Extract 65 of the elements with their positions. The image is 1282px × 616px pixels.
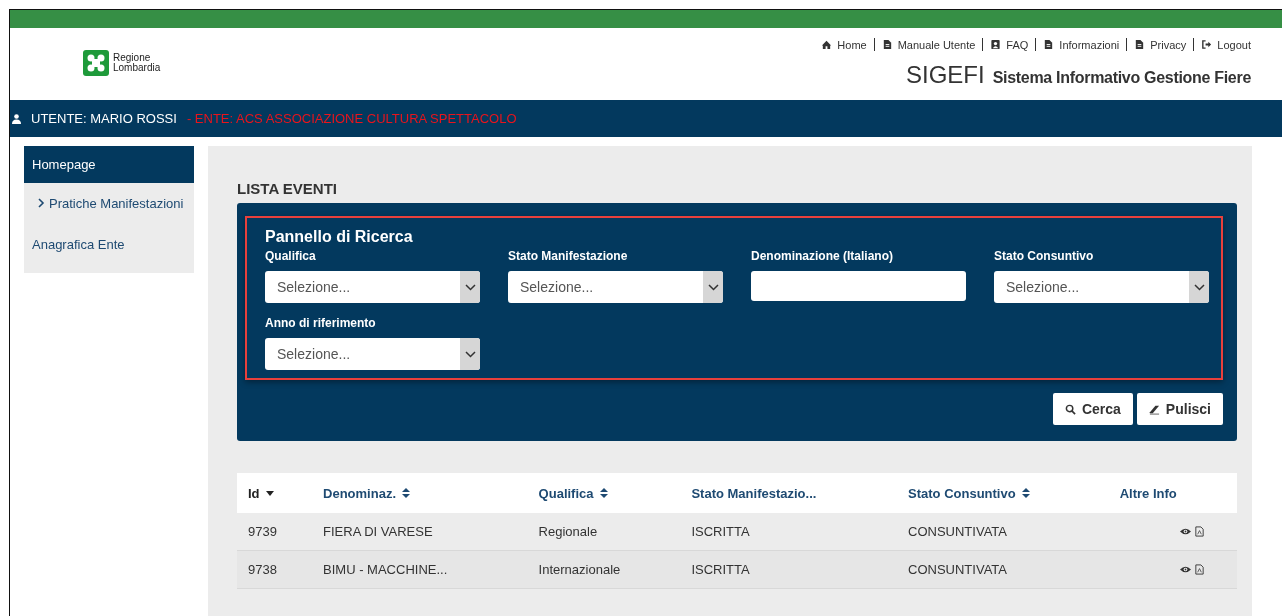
- home-icon: [821, 39, 833, 50]
- table-cell: BIMU - MACCHINE...: [323, 562, 448, 577]
- table-cell: Internazionale: [538, 562, 621, 577]
- chevron-down-icon: [707, 283, 719, 291]
- table-cell: ISCRITTA: [691, 524, 750, 539]
- chevron-down-icon: [464, 350, 476, 358]
- text-field[interactable]: [751, 271, 966, 301]
- column-header[interactable]: Altre Info: [1119, 485, 1177, 501]
- field-label: Stato Consuntivo: [994, 249, 1095, 263]
- eye-icon[interactable]: [1180, 526, 1192, 537]
- logo-text: Regione Lombardia: [113, 53, 161, 73]
- table-cell: FIERA DI VARESE: [323, 524, 433, 539]
- pdf-icon[interactable]: [1194, 564, 1206, 575]
- panel-title: Pannello di Ricerca: [265, 228, 414, 246]
- eye-icon[interactable]: [1180, 564, 1192, 575]
- table-cell: Regionale: [538, 524, 598, 539]
- field-label: Denominazione (Italiano): [751, 249, 894, 263]
- sort-icon: [599, 488, 608, 498]
- chevron-right-icon: [36, 198, 46, 208]
- app-subtitle: Sistema Informativo Gestione Fiere: [992, 69, 1251, 87]
- document-icon: [1134, 39, 1146, 50]
- sidebar-item[interactable]: Anagrafica Ente: [24, 224, 194, 265]
- document-icon: [1043, 39, 1055, 50]
- field-label: Stato Manifestazione: [508, 249, 629, 263]
- chevron-down-icon: [464, 283, 476, 291]
- search-button[interactable]: Cerca: [1052, 393, 1133, 425]
- table-cell: ISCRITTA: [691, 562, 750, 577]
- sidebar-item[interactable]: Homepage: [24, 146, 194, 183]
- field-label: Qualifica: [265, 249, 317, 263]
- sort-down-icon: [265, 488, 274, 498]
- header-link[interactable]: FAQ: [990, 38, 1029, 51]
- user-name: UTENTE: MARIO ROSSI: [31, 111, 177, 126]
- sort-icon: [402, 488, 410, 498]
- contact-card-icon: [990, 39, 1002, 50]
- logo-icon: [83, 50, 109, 76]
- table-cell: CONSUNTIVATA: [908, 524, 1007, 539]
- table-cell: CONSUNTIVATA: [908, 562, 1007, 577]
- field-label: Anno di riferimento: [265, 316, 377, 330]
- page-title: LISTA EVENTI: [237, 180, 338, 197]
- user-icon: [12, 113, 21, 124]
- sort-icon: [1021, 488, 1030, 498]
- header-link[interactable]: Logout: [1201, 38, 1251, 51]
- clear-button[interactable]: Pulisci: [1136, 393, 1223, 425]
- header-link[interactable]: Informazioni: [1043, 38, 1120, 51]
- app-name: SIGEFI: [906, 61, 985, 89]
- select-field[interactable]: Selezione...: [508, 271, 723, 303]
- pdf-icon[interactable]: [1194, 526, 1206, 537]
- logout-icon: [1201, 39, 1213, 50]
- select-field[interactable]: Selezione...: [265, 338, 480, 370]
- column-header[interactable]: Denominaz.: [323, 485, 410, 501]
- document-icon: [881, 39, 893, 50]
- entity-name: - ENTE: ACS ASSOCIAZIONE CULTURA SPETTACOLO: [186, 111, 517, 126]
- select-field[interactable]: Selezione...: [994, 271, 1209, 303]
- select-field[interactable]: Selezione...: [265, 271, 480, 303]
- eraser-icon: [1148, 403, 1160, 415]
- sidebar-item[interactable]: Pratiche Manifestazioni: [24, 183, 194, 224]
- column-header[interactable]: Qualifica: [538, 485, 608, 501]
- chevron-down-icon: [1193, 283, 1205, 291]
- column-header[interactable]: Id: [248, 485, 274, 501]
- table-cell: 9739: [248, 524, 277, 539]
- header-link[interactable]: Home: [821, 38, 867, 51]
- header-link[interactable]: Manuale Utente: [881, 38, 976, 51]
- table-cell: 9738: [248, 562, 277, 577]
- search-icon: [1064, 403, 1076, 415]
- header-link[interactable]: Privacy: [1134, 38, 1187, 51]
